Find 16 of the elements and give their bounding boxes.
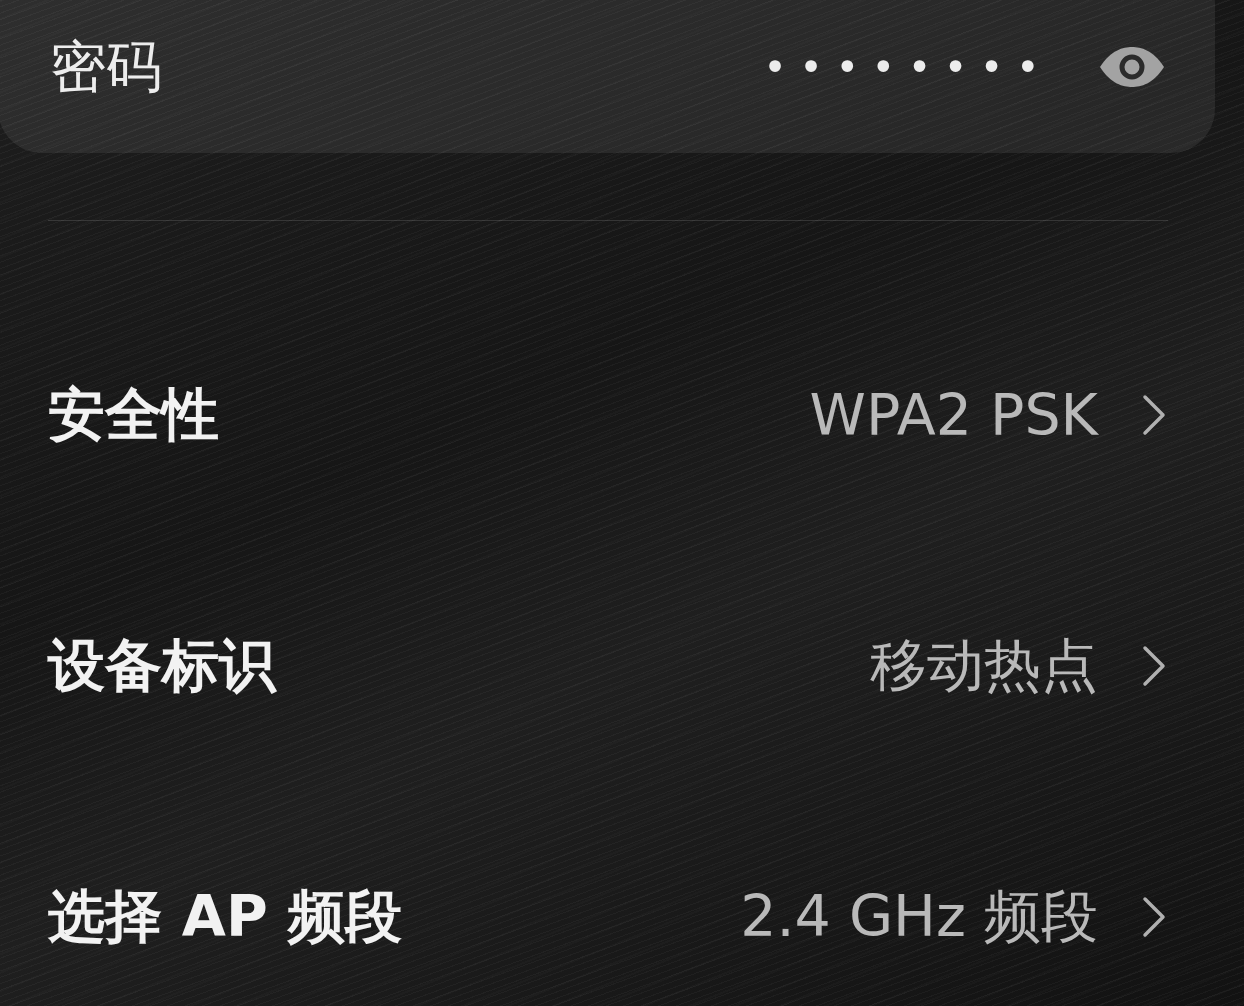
chevron-right-icon (1142, 896, 1166, 938)
chevron-right-icon (1142, 645, 1166, 687)
setting-value: WPA2 PSK (809, 382, 1098, 448)
settings-row[interactable]: 安全性 WPA2 PSK (0, 358, 1244, 472)
password-label: 密码 (50, 33, 162, 101)
setting-value: 移动热点 (870, 630, 1098, 700)
setting-value: 2.4 GHz 频段 (740, 881, 1098, 951)
setting-label: 选择 AP 频段 (48, 881, 402, 951)
chevron-right-icon (1142, 394, 1166, 436)
settings-row[interactable]: 设备标识 移动热点 (0, 609, 1244, 723)
settings-row[interactable]: 选择 AP 频段 2.4 GHz 频段 (0, 860, 1244, 974)
eye-icon[interactable] (1099, 47, 1165, 87)
masked-password: •••••••• (763, 43, 1052, 91)
password-field[interactable]: 密码 •••••••• (0, 0, 1215, 153)
setting-label: 安全性 (48, 379, 219, 449)
setting-label: 设备标识 (48, 630, 276, 700)
